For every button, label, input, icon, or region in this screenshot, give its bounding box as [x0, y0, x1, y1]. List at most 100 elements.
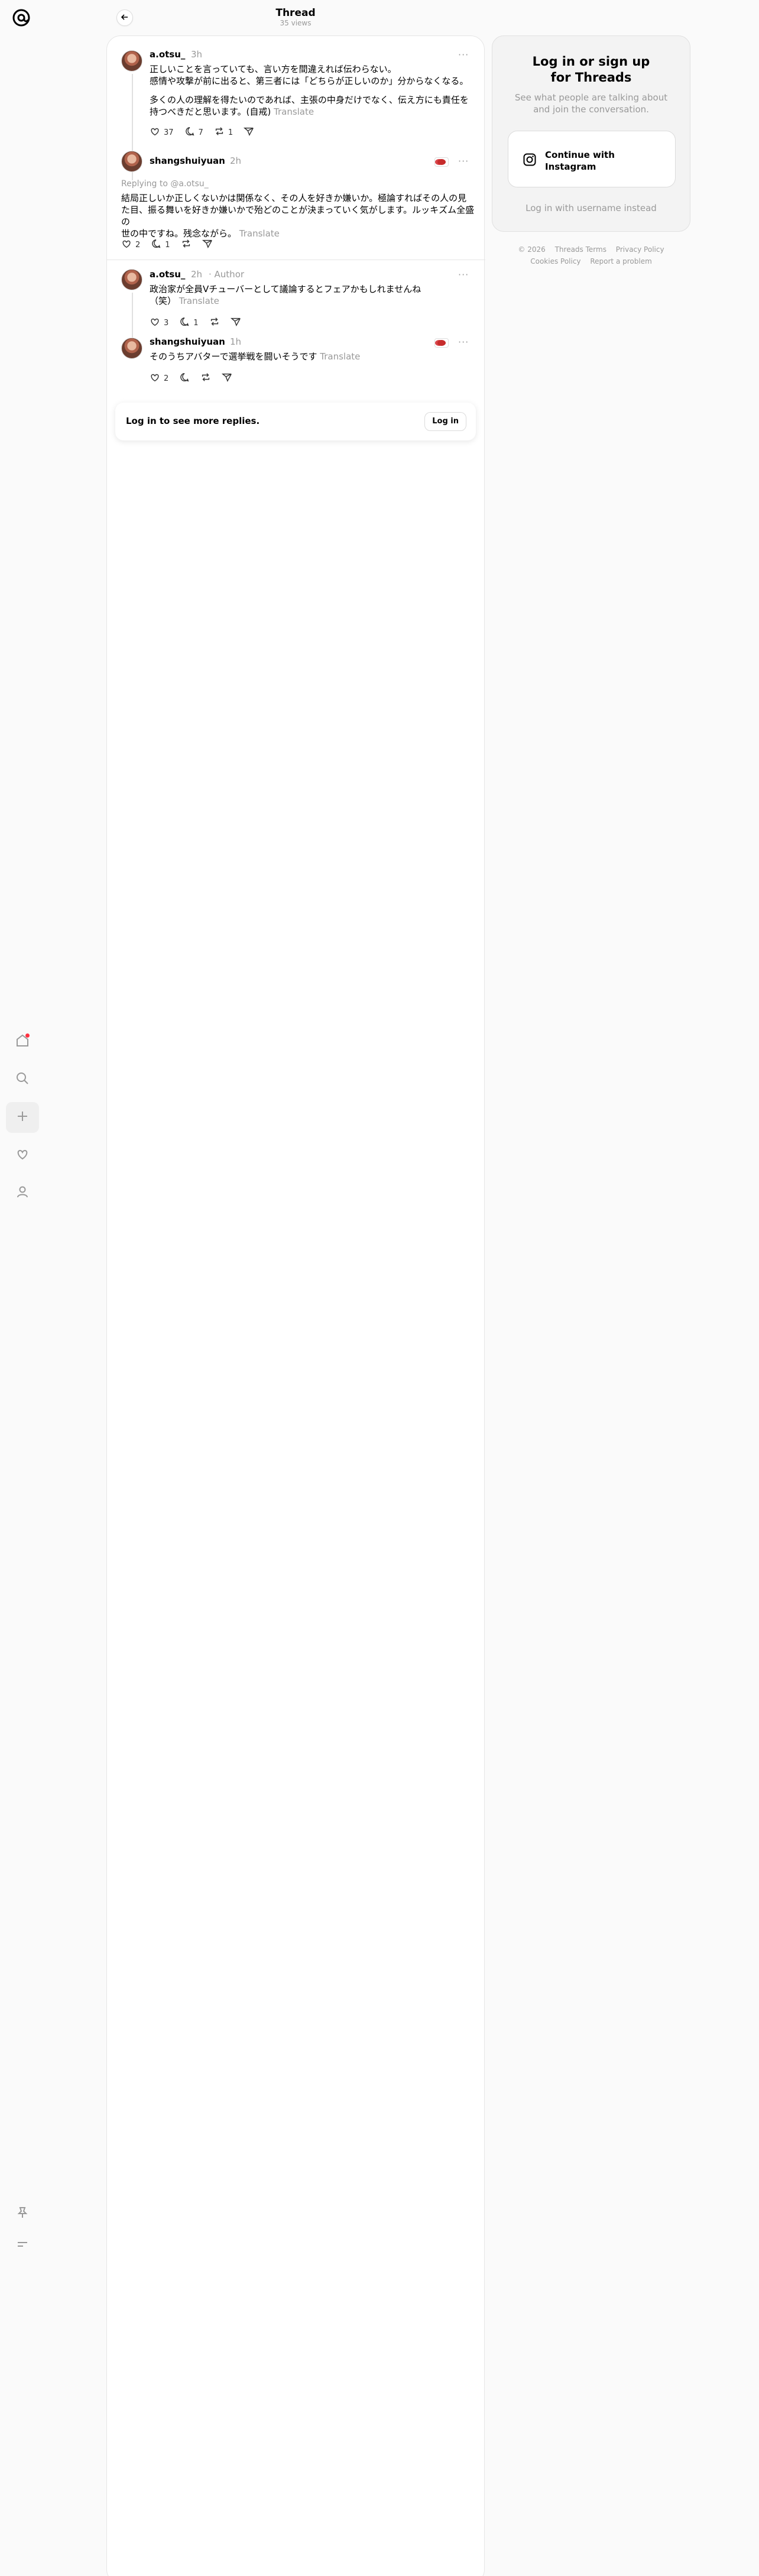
- reply-icon: [184, 126, 195, 139]
- reply-button[interactable]: 7: [184, 126, 203, 139]
- nav-activity-button[interactable]: [6, 1140, 39, 1171]
- post-time[interactable]: 1h: [230, 336, 241, 347]
- view-count: 35 views: [280, 19, 312, 27]
- more-icon: ···: [458, 336, 469, 348]
- login-card-subtitle-line: and join the conversation.: [533, 104, 649, 115]
- repost-button[interactable]: [209, 316, 220, 329]
- post-username[interactable]: a.otsu_: [150, 49, 185, 60]
- repost-icon: [200, 372, 211, 385]
- reply-icon: [179, 372, 190, 385]
- like-button[interactable]: 2: [150, 372, 168, 385]
- more-options-button[interactable]: ···: [458, 269, 469, 280]
- translate-link[interactable]: Translate: [179, 296, 219, 306]
- like-count: 2: [164, 374, 169, 383]
- footer: © 2026 Threads Terms Privacy Policy Cook…: [492, 244, 690, 267]
- heart-icon: [15, 1146, 30, 1164]
- login-card: Log in or sign up for Threads See what p…: [492, 35, 690, 232]
- reply-button[interactable]: [179, 372, 190, 385]
- reply-icon: [179, 316, 190, 329]
- like-count: 3: [164, 318, 169, 328]
- footer-report-link[interactable]: Report a problem: [590, 257, 651, 265]
- instagram-button-label-line: Continue with: [545, 150, 615, 160]
- post-username[interactable]: a.otsu_: [150, 269, 185, 280]
- post-actions: 2: [150, 372, 243, 385]
- flag-icon: [434, 338, 449, 348]
- more-icon: ···: [458, 155, 469, 167]
- avatar[interactable]: [121, 269, 142, 290]
- post-time[interactable]: 2h: [191, 269, 202, 280]
- post-username[interactable]: shangshuiyuan: [150, 155, 225, 166]
- post-line: 感情や攻撃が前に出ると、第三者には「どちらが正しいのか」分からなくなる。: [150, 76, 469, 86]
- more-options-button[interactable]: ···: [458, 49, 469, 60]
- post-actions: 37 7 1: [150, 126, 265, 139]
- avatar[interactable]: [121, 151, 142, 172]
- search-icon: [15, 1071, 30, 1088]
- more-options-button[interactable]: ···: [458, 336, 469, 348]
- page-title: Thread: [275, 7, 316, 19]
- menu-icon: [15, 2237, 30, 2254]
- instagram-icon: [523, 153, 537, 169]
- translate-link[interactable]: Translate: [239, 228, 280, 239]
- post-text: そのうちアバターで選挙戦を闘いそうです Translate: [150, 351, 475, 362]
- post-username[interactable]: shangshuiyuan: [150, 336, 225, 347]
- login-card-title-line: for Threads: [550, 70, 632, 85]
- author-badge: · Author: [209, 269, 245, 280]
- translate-link[interactable]: Translate: [320, 351, 360, 362]
- footer-cookies-link[interactable]: Cookies Policy: [530, 257, 580, 265]
- login-prompt-bar: Log in to see more replies. Log in: [115, 403, 476, 440]
- avatar[interactable]: [121, 338, 142, 359]
- reply-count: 1: [165, 240, 170, 250]
- like-button[interactable]: 3: [150, 316, 168, 329]
- instagram-button-label-line: Instagram: [545, 161, 596, 172]
- post-actions: 2 1: [121, 238, 223, 251]
- footer-privacy-link[interactable]: Privacy Policy: [616, 245, 664, 254]
- share-button[interactable]: [230, 316, 241, 329]
- heart-icon: [121, 238, 132, 251]
- share-icon: [230, 316, 241, 329]
- login-card-title: Log in or sign up for Threads: [492, 54, 690, 86]
- post-text: 結局正しいか正しくないかは関係なく、その人を好きか嫌いか。極論すればその人の見 …: [121, 192, 476, 239]
- left-nav: [0, 0, 45, 2576]
- translate-link[interactable]: Translate: [274, 106, 314, 117]
- login-button[interactable]: Log in: [424, 412, 466, 431]
- more-options-button[interactable]: ···: [458, 155, 469, 167]
- repost-button[interactable]: 1: [214, 126, 233, 139]
- username-login-link[interactable]: Log in with username instead: [492, 203, 690, 213]
- share-button[interactable]: [222, 372, 232, 385]
- like-button[interactable]: 37: [150, 126, 174, 139]
- reply-icon: [151, 238, 161, 251]
- post-text: 正しいことを言っていても、言い方を間違えれば伝わらない。 感情や攻撃が前に出ると…: [150, 63, 475, 118]
- post-line: 政治家が全員Vチューバーとして議論するとフェアかもしれませんね: [150, 284, 421, 294]
- nav-home-button[interactable]: [6, 1026, 39, 1057]
- post-time[interactable]: 2h: [230, 155, 241, 166]
- footer-terms-link[interactable]: Threads Terms: [555, 245, 606, 254]
- repost-button[interactable]: [181, 238, 192, 251]
- heart-icon: [150, 372, 160, 385]
- nav-menu-button[interactable]: [6, 2230, 39, 2261]
- like-button[interactable]: 2: [121, 238, 140, 251]
- nav-create-button[interactable]: [6, 1102, 39, 1133]
- post-line: 結局正しいか正しくないかは関係なく、その人を好きか嫌いか。極論すればその人の見: [121, 193, 467, 203]
- instagram-button-label: Continue with Instagram: [545, 149, 646, 173]
- share-icon: [243, 126, 254, 139]
- post-line: （笑）: [150, 296, 177, 306]
- flag-icon: [434, 157, 449, 167]
- threads-logo-icon[interactable]: [11, 7, 34, 31]
- login-card-title-line: Log in or sign up: [532, 54, 650, 69]
- login-card-subtitle: See what people are talking about and jo…: [510, 92, 672, 115]
- replying-to[interactable]: Replying to @a.otsu_: [121, 179, 209, 189]
- reply-button[interactable]: 1: [151, 238, 170, 251]
- repost-button[interactable]: [200, 372, 211, 385]
- notification-dot: [25, 1033, 30, 1038]
- post-line: 正しいことを言っていても、言い方を間違えれば伝わらない。: [150, 64, 397, 74]
- nav-search-button[interactable]: [6, 1064, 39, 1095]
- nav-profile-button[interactable]: [6, 1178, 39, 1208]
- post-time[interactable]: 3h: [191, 49, 202, 60]
- avatar[interactable]: [121, 50, 142, 72]
- continue-with-instagram-button[interactable]: Continue with Instagram: [508, 131, 676, 187]
- share-button[interactable]: [243, 126, 254, 139]
- reply-button[interactable]: 1: [179, 316, 199, 329]
- share-button[interactable]: [202, 238, 213, 251]
- nav-pin-button[interactable]: [6, 2198, 39, 2229]
- login-card-subtitle-line: See what people are talking about: [514, 92, 668, 103]
